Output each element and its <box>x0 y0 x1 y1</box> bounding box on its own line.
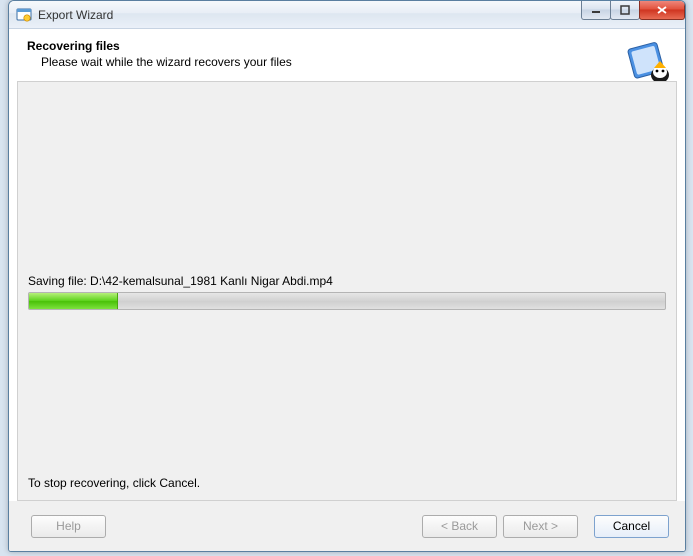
minimize-button[interactable] <box>581 0 611 20</box>
progress-fill <box>29 293 118 309</box>
close-button[interactable] <box>639 0 685 20</box>
status-text: Saving file: D:\42-kemalsunal_1981 Kanlı… <box>28 274 333 288</box>
help-button[interactable]: Help <box>31 515 106 538</box>
wizard-icon <box>623 37 671 85</box>
maximize-icon <box>620 5 630 15</box>
back-button[interactable]: < Back <box>422 515 497 538</box>
titlebar[interactable]: Export Wizard <box>9 1 685 29</box>
window-controls <box>582 0 685 20</box>
next-button[interactable]: Next > <box>503 515 578 538</box>
window-title: Export Wizard <box>38 8 113 22</box>
page-title: Recovering files <box>27 39 623 53</box>
page-subtitle: Please wait while the wizard recovers yo… <box>41 55 623 69</box>
progress-bar <box>28 292 666 310</box>
close-icon <box>656 5 668 15</box>
cancel-button[interactable]: Cancel <box>594 515 669 538</box>
stop-hint: To stop recovering, click Cancel. <box>28 476 200 490</box>
status-prefix: Saving file: <box>28 274 90 288</box>
export-wizard-window: Export Wizard Recovering files Please wa… <box>8 0 686 552</box>
app-icon <box>16 7 32 23</box>
button-bar: Help < Back Next > Cancel <box>9 501 685 551</box>
maximize-button[interactable] <box>610 0 640 20</box>
minimize-icon <box>591 5 601 15</box>
current-file-path: D:\42-kemalsunal_1981 Kanlı Nigar Abdi.m… <box>90 274 333 288</box>
wizard-body: Saving file: D:\42-kemalsunal_1981 Kanlı… <box>17 81 677 501</box>
